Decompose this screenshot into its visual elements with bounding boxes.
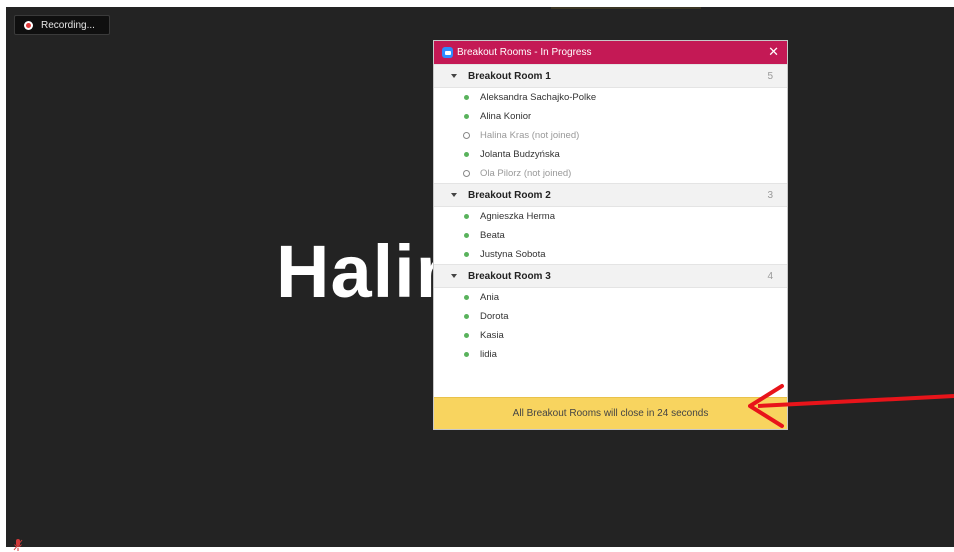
member-name: Alina Konior	[480, 111, 532, 122]
room-count: 4	[767, 270, 773, 282]
member-row: Aleksandra Sachajko-Polke	[434, 88, 787, 107]
member-name: Ania	[480, 292, 500, 303]
room-header[interactable]: Breakout Room 1 5	[434, 64, 787, 88]
breakout-rooms-panel: Breakout Rooms - In Progress ✕ Breakout …	[433, 40, 788, 430]
room-count: 5	[767, 70, 773, 82]
member-row: Dorota	[434, 307, 787, 326]
member-row: Agnieszka Herma	[434, 207, 787, 226]
caret-down-icon[interactable]	[451, 274, 457, 278]
joined-status-icon	[464, 95, 469, 100]
member-name: Ola Pilorz (not joined)	[480, 168, 572, 179]
member-row: Ania	[434, 288, 787, 307]
red-arrow-annotation	[748, 384, 954, 428]
joined-status-icon	[464, 295, 469, 300]
member-name: Dorota	[480, 311, 509, 322]
member-name: Halina Kras (not joined)	[480, 130, 580, 141]
member-row: Beata	[434, 226, 787, 245]
joined-status-icon	[464, 314, 469, 319]
countdown-text: All Breakout Rooms will close in 24 seco…	[512, 408, 709, 419]
room-name: Breakout Room 2	[468, 189, 551, 201]
room-header[interactable]: Breakout Room 2 3	[434, 183, 787, 207]
caret-down-icon[interactable]	[451, 74, 457, 78]
countdown-banner: All Breakout Rooms will close in 24 seco…	[434, 397, 787, 429]
member-row: Kasia	[434, 326, 787, 345]
member-name: Justyna Sobota	[480, 249, 546, 260]
zoom-app-icon	[442, 47, 453, 58]
recording-label: Recording...	[41, 19, 95, 31]
member-row: Halina Kras (not joined)	[434, 126, 787, 145]
rooms-list: Breakout Room 1 5 Aleksandra Sachajko-Polk…	[434, 64, 787, 364]
joined-status-icon	[464, 233, 469, 238]
member-row: lidia	[434, 345, 787, 364]
member-row: Ola Pilorz (not joined)	[434, 164, 787, 183]
joined-status-icon	[464, 333, 469, 338]
room-header[interactable]: Breakout Room 3 4	[434, 264, 787, 288]
record-icon	[24, 20, 33, 30]
member-row: Alina Konior	[434, 107, 787, 126]
joined-status-icon	[464, 114, 469, 119]
joined-status-icon	[464, 352, 469, 357]
room-name: Breakout Room 3	[468, 270, 551, 282]
member-name: Kasia	[480, 330, 504, 341]
not-joined-status-icon	[463, 170, 470, 177]
member-row: Justyna Sobota	[434, 245, 787, 264]
joined-status-icon	[464, 152, 469, 157]
panel-titlebar: Breakout Rooms - In Progress ✕	[434, 41, 787, 64]
joined-status-icon	[464, 214, 469, 219]
member-name: Agnieszka Herma	[480, 211, 555, 222]
room-name: Breakout Room 1	[468, 70, 551, 82]
member-name: lidia	[480, 349, 497, 360]
caret-down-icon[interactable]	[451, 193, 457, 197]
member-name: Jolanta Budzyńska	[480, 149, 560, 160]
joined-status-icon	[464, 252, 469, 257]
member-name: Aleksandra Sachajko-Polke	[480, 92, 597, 103]
recording-indicator[interactable]: Recording...	[14, 15, 110, 35]
member-row: Jolanta Budzyńska	[434, 145, 787, 164]
close-icon[interactable]: ✕	[768, 45, 779, 58]
top-glint	[551, 7, 701, 9]
member-name: Beata	[480, 230, 505, 241]
muted-mic-icon	[13, 539, 23, 551]
not-joined-status-icon	[463, 132, 470, 139]
room-count: 3	[767, 189, 773, 201]
panel-title: Breakout Rooms - In Progress	[457, 47, 592, 58]
